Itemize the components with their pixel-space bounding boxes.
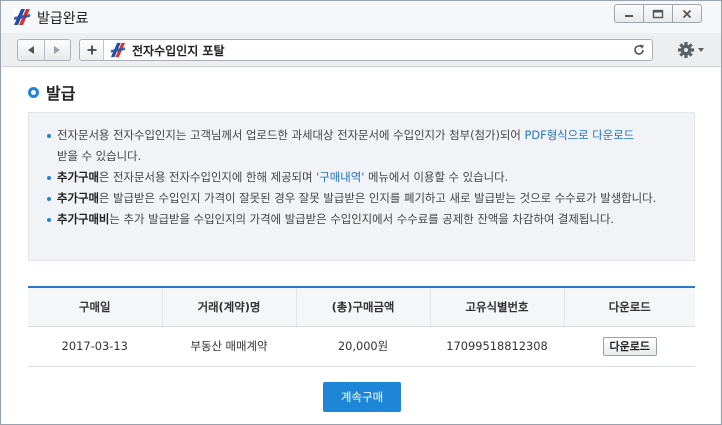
reload-icon[interactable] [632, 43, 646, 57]
forward-button[interactable] [43, 40, 71, 60]
info-item-1: 전자문서용 전자수입인지는 고객님께서 업로드한 과세대상 전자문서에 수입인지… [47, 125, 676, 167]
minimize-button[interactable] [614, 4, 644, 23]
section-heading: 발급 [28, 80, 75, 104]
purchase-history-link[interactable]: '구매내역' [316, 170, 364, 184]
close-button[interactable] [672, 4, 702, 23]
title-bar: 발급완료 [1, 1, 721, 33]
col-header-name: 거래(계약)명 [162, 287, 297, 327]
issue-table: 구매일 거래(계약)명 (총)구매금액 고유식별번호 다운로드 2017-03-… [28, 286, 695, 367]
arrow-right-icon [54, 46, 61, 54]
pdf-download-link[interactable]: PDF형식으로 다운로드 [525, 128, 635, 142]
page-content: 발급 전자문서용 전자수입인지는 고객님께서 업로드한 과세대상 전자문서에 수… [2, 68, 720, 424]
cell-id: 17099518812308 [430, 326, 565, 367]
col-header-id: 고유식별번호 [430, 287, 565, 327]
col-header-date: 구매일 [28, 287, 163, 327]
cell-amount: 20,000원 [296, 326, 431, 367]
site-logo-icon [110, 42, 126, 58]
info-box: 전자문서용 전자수입인지는 고객님께서 업로드한 과세대상 전자문서에 수입인지… [28, 112, 695, 261]
browser-window: 발급완료 전자수입인지 포탈 발급 전자문서용 전자수입인지는 고객님께서 업로… [0, 0, 722, 425]
cell-download: 다운로드 [564, 326, 695, 367]
col-header-amount: (총)구매금액 [296, 287, 431, 327]
maximize-button[interactable] [643, 4, 673, 23]
new-tab-button[interactable] [80, 40, 104, 60]
minimize-icon [625, 14, 633, 17]
info-item-4: 추가구매비는 추가 발급받을 수입인지의 가격에 발급받은 수입인지에서 수수료… [47, 209, 676, 230]
back-button[interactable] [18, 40, 44, 60]
cell-date: 2017-03-13 [28, 326, 163, 367]
info-item-3: 추가구매은 발급받은 수입인지 가격이 잘못된 경우 잘못 발급받은 인지를 폐… [47, 188, 676, 209]
address-text: 전자수입인지 포탈 [132, 43, 225, 58]
browser-toolbar: 전자수입인지 포탈 [1, 33, 721, 67]
maximize-icon [652, 9, 664, 18]
info-item-2: 추가구매은 전자문서용 전자수입인지에 한해 제공되며 '구매내역' 메뉴에서 … [47, 167, 676, 188]
continue-purchase-button[interactable]: 계속구매 [323, 382, 401, 412]
ring-bullet-icon [28, 86, 39, 98]
close-icon [682, 9, 692, 18]
plus-icon [87, 45, 96, 55]
download-button[interactable]: 다운로드 [602, 336, 657, 356]
portal-logo-icon [13, 8, 31, 26]
col-header-download: 다운로드 [564, 287, 695, 327]
gear-icon[interactable] [677, 41, 705, 59]
arrow-left-icon [27, 46, 34, 54]
section-title: 발급 [46, 84, 76, 103]
address-bar[interactable]: 전자수입인지 포탈 [79, 39, 653, 61]
table-header-row: 구매일 거래(계약)명 (총)구매금액 고유식별번호 다운로드 [28, 287, 695, 327]
table-row: 2017-03-13 부동산 매매계약 20,000원 170995188123… [28, 326, 695, 367]
nav-buttons [17, 39, 71, 61]
window-title: 발급완료 [37, 11, 89, 27]
cell-name: 부동산 매매계약 [162, 326, 297, 367]
